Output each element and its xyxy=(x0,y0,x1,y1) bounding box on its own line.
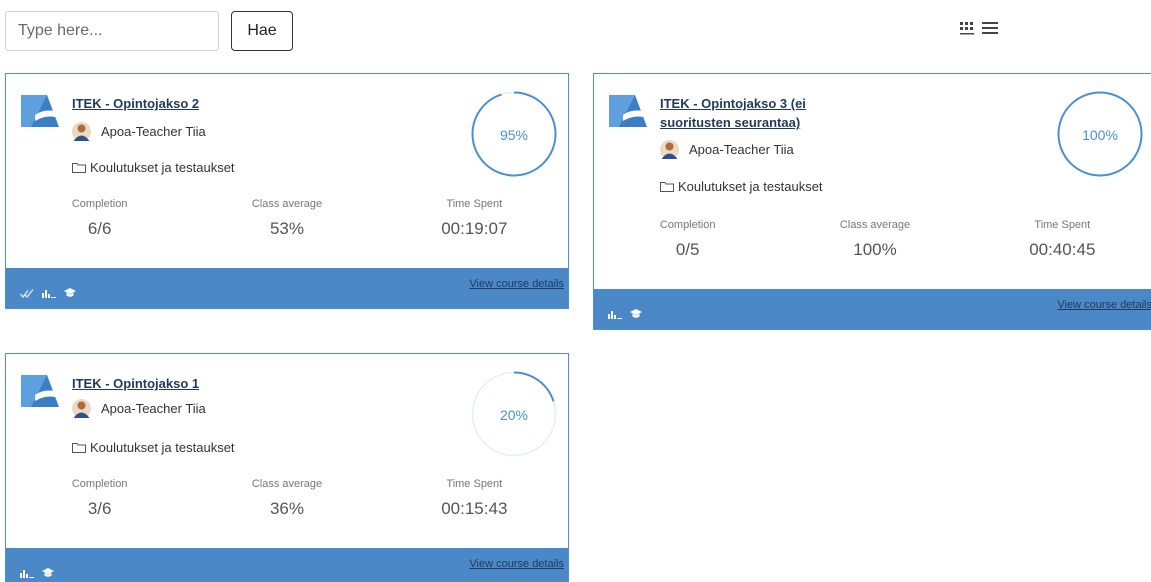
search-button[interactable]: Hae xyxy=(231,11,293,51)
view-course-details-link[interactable]: View course details xyxy=(469,278,564,290)
folder-icon xyxy=(72,163,86,173)
category-name: Koulutukset ja testaukset xyxy=(678,179,823,194)
avatar xyxy=(72,122,91,141)
stat-class-average: Class average 36% xyxy=(193,478,380,519)
footer-icons xyxy=(20,568,54,578)
bar-chart-icon[interactable] xyxy=(608,310,622,319)
card-footer: View course details xyxy=(594,289,1151,329)
course-card: ITEK - Opintojakso 3 (ei suoritusten seu… xyxy=(593,73,1151,330)
list-view-icon[interactable] xyxy=(981,20,999,36)
stat-time-spent: Time Spent 00:15:43 xyxy=(381,478,568,519)
course-title[interactable]: ITEK - Opintojakso 3 (ei suoritusten seu… xyxy=(660,94,806,132)
teacher: Apoa-Teacher Tiia xyxy=(72,122,206,141)
completion-label: Completion xyxy=(659,219,716,231)
completion-label: Completion xyxy=(71,198,128,210)
category-name: Koulutukset ja testaukset xyxy=(90,160,235,175)
course-title-line-2: suoritusten seurantaa) xyxy=(660,115,801,130)
course-card: ITEK - Opintojakso 2 Apoa-Teacher Tiia K… xyxy=(5,73,569,309)
time-spent-value: 00:15:43 xyxy=(441,499,508,518)
time-spent-value: 00:40:45 xyxy=(1029,240,1096,259)
category: Koulutukset ja testaukset xyxy=(72,440,235,455)
stat-completion: Completion 0/5 xyxy=(594,219,781,260)
stat-time-spent: Time Spent 00:19:07 xyxy=(381,198,568,239)
avatar xyxy=(660,140,679,159)
teacher-name: Apoa-Teacher Tiia xyxy=(101,401,206,416)
progress-percent: 100% xyxy=(1082,127,1118,143)
view-course-details-link[interactable]: View course details xyxy=(469,558,564,570)
footer-icons xyxy=(608,309,642,319)
completion-check-icon[interactable] xyxy=(20,288,34,298)
teacher-name: Apoa-Teacher Tiia xyxy=(689,142,794,157)
stat-class-average: Class average 53% xyxy=(193,198,380,239)
stat-time-spent: Time Spent 00:40:45 xyxy=(969,219,1151,260)
footer-icons xyxy=(20,288,76,298)
course-icon xyxy=(609,91,647,134)
view-toggle xyxy=(959,20,999,36)
completion-value: 6/6 xyxy=(87,219,112,238)
stat-class-average: Class average 100% xyxy=(781,219,968,260)
stats: Completion 0/5 Class average 100% Time S… xyxy=(594,219,1151,260)
view-course-details-link[interactable]: View course details xyxy=(1057,299,1151,311)
progress-percent: 95% xyxy=(499,127,529,143)
bar-chart-icon[interactable] xyxy=(20,569,34,578)
course-title[interactable]: ITEK - Opintojakso 2 xyxy=(72,94,199,113)
folder-icon xyxy=(72,443,86,453)
category: Koulutukset ja testaukset xyxy=(660,179,823,194)
course-title[interactable]: ITEK - Opintojakso 1 xyxy=(72,374,199,393)
class-average-value: 53% xyxy=(269,219,304,238)
course-title-line-1: ITEK - Opintojakso 3 (ei xyxy=(660,96,806,111)
stats: Completion 6/6 Class average 53% Time Sp… xyxy=(6,198,568,239)
card-footer: View course details xyxy=(6,548,568,582)
time-spent-label: Time Spent xyxy=(1034,219,1091,231)
progress-percent: 20% xyxy=(499,407,529,423)
card-footer: View course details xyxy=(6,268,568,308)
class-average-value: 36% xyxy=(269,499,304,518)
class-average-label: Class average xyxy=(251,198,323,210)
graduation-cap-icon[interactable] xyxy=(42,568,54,578)
grid-view-icon[interactable] xyxy=(959,20,975,36)
avatar xyxy=(72,399,91,418)
graduation-cap-icon[interactable] xyxy=(630,309,642,319)
class-average-value: 100% xyxy=(853,240,897,259)
search-input[interactable] xyxy=(5,11,219,51)
category: Koulutukset ja testaukset xyxy=(72,160,235,175)
graduation-cap-icon[interactable] xyxy=(64,288,76,298)
time-spent-value: 00:19:07 xyxy=(441,219,508,238)
stat-completion: Completion 3/6 xyxy=(6,478,193,519)
bar-chart-icon[interactable] xyxy=(42,289,56,298)
teacher: Apoa-Teacher Tiia xyxy=(72,399,206,418)
class-average-label: Class average xyxy=(251,478,323,490)
category-name: Koulutukset ja testaukset xyxy=(90,440,235,455)
folder-icon xyxy=(660,182,674,192)
completion-value: 3/6 xyxy=(87,499,112,518)
class-average-label: Class average xyxy=(839,219,911,231)
stat-completion: Completion 6/6 xyxy=(6,198,193,239)
teacher: Apoa-Teacher Tiia xyxy=(660,140,794,159)
course-icon xyxy=(21,371,59,414)
time-spent-label: Time Spent xyxy=(446,198,503,210)
completion-value: 0/5 xyxy=(675,240,700,259)
teacher-name: Apoa-Teacher Tiia xyxy=(101,124,206,139)
course-card: ITEK - Opintojakso 1 Apoa-Teacher Tiia K… xyxy=(5,353,569,582)
stats: Completion 3/6 Class average 36% Time Sp… xyxy=(6,478,568,519)
course-icon xyxy=(21,91,59,134)
time-spent-label: Time Spent xyxy=(446,478,503,490)
completion-label: Completion xyxy=(71,478,128,490)
